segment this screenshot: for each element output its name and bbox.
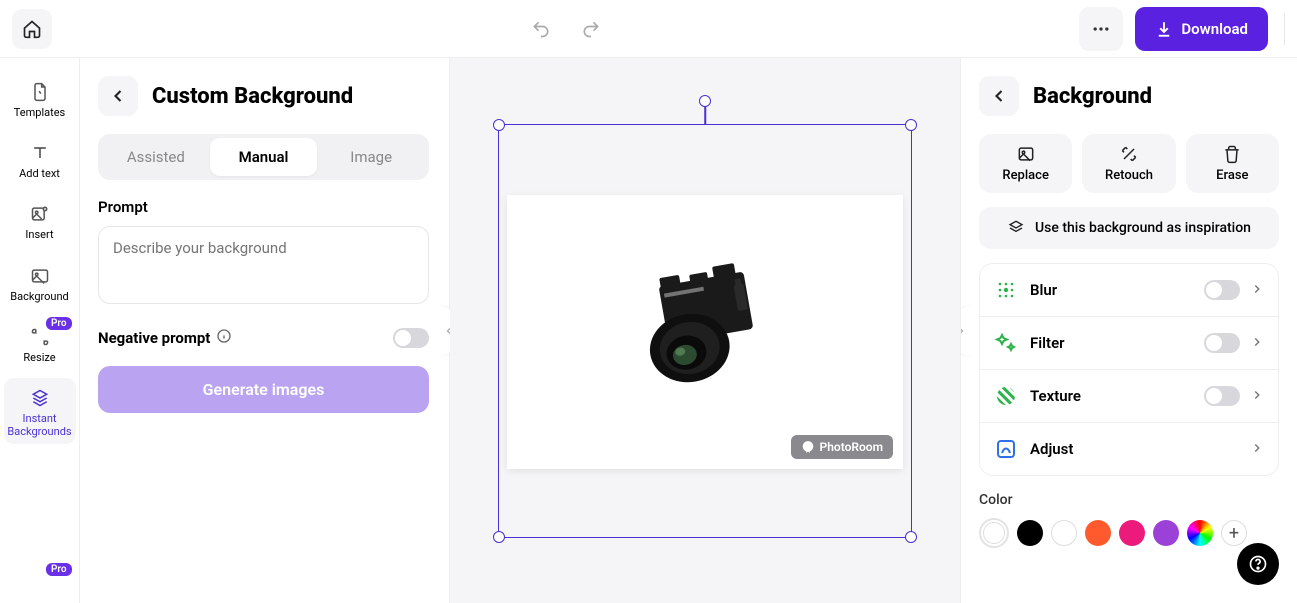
chevron-right-icon <box>1250 334 1264 353</box>
home-button[interactable] <box>12 9 52 49</box>
blur-toggle[interactable] <box>1204 280 1240 300</box>
negative-prompt-toggle[interactable] <box>393 328 429 348</box>
sidebar-item-label: Insert <box>25 228 53 241</box>
tab-manual[interactable]: Manual <box>210 138 318 176</box>
info-icon[interactable] <box>216 328 232 348</box>
swatch-white[interactable] <box>1051 520 1077 546</box>
sidebar-item-label: Resize <box>23 351 55 364</box>
inspiration-label: Use this background as inspiration <box>1035 220 1251 236</box>
tab-group: Assisted Manual Image <box>98 134 429 180</box>
action-label: Retouch <box>1105 168 1153 183</box>
right-panel: Background Replace Retouch Erase Use thi… <box>960 58 1297 603</box>
prompt-label: Prompt <box>98 198 429 216</box>
redo-button[interactable] <box>575 13 607 45</box>
action-label: Replace <box>1002 168 1049 183</box>
action-label: Erase <box>1216 168 1248 183</box>
resize-handle-bl[interactable] <box>493 531 505 543</box>
sidebar-item-instant-backgrounds[interactable]: Instant Backgrounds <box>4 378 76 444</box>
negative-prompt-label: Negative prompt <box>98 329 210 347</box>
help-button[interactable] <box>1237 543 1279 585</box>
sidebar-item-label: Add text <box>19 167 60 180</box>
swatch-orange[interactable] <box>1085 520 1111 546</box>
sidebar-item-background[interactable]: Background <box>4 256 76 309</box>
sidebar-item-label: Templates <box>14 106 65 119</box>
option-label: Texture <box>1030 387 1204 405</box>
resize-handle-br[interactable] <box>905 531 917 543</box>
generate-button[interactable]: Generate images <box>98 366 429 413</box>
sidebar-item-add-text[interactable]: Add text <box>4 133 76 186</box>
filter-toggle[interactable] <box>1204 333 1240 353</box>
option-label: Adjust <box>1030 440 1250 458</box>
replace-button[interactable]: Replace <box>979 134 1072 193</box>
download-label: Download <box>1181 20 1248 38</box>
panel-title: Background <box>1033 84 1152 109</box>
swatch-purple[interactable] <box>1153 520 1179 546</box>
collapse-right-panel[interactable] <box>960 306 973 356</box>
erase-button[interactable]: Erase <box>1186 134 1279 193</box>
option-filter[interactable]: Filter <box>980 317 1278 370</box>
swatch-selected[interactable] <box>979 518 1009 548</box>
undo-button[interactable] <box>525 13 557 45</box>
sidebar-item-insert[interactable]: Insert <box>4 194 76 247</box>
tab-image[interactable]: Image <box>317 138 425 176</box>
option-blur[interactable]: Blur <box>980 264 1278 317</box>
chevron-right-icon <box>1250 281 1264 300</box>
swatch-pink[interactable] <box>1119 520 1145 546</box>
canvas[interactable]: PhotoRoom <box>450 58 960 603</box>
adjust-icon <box>994 437 1018 461</box>
swatch-black[interactable] <box>1017 520 1043 546</box>
blur-icon <box>994 278 1018 302</box>
panel-title: Custom Background <box>152 84 353 109</box>
inspiration-button[interactable]: Use this background as inspiration <box>979 207 1279 249</box>
prompt-input[interactable] <box>98 226 429 304</box>
sidebar-item-label: Background <box>10 290 68 303</box>
color-swatches: + <box>979 518 1279 548</box>
add-color-button[interactable]: + <box>1221 520 1247 546</box>
option-texture[interactable]: Texture <box>980 370 1278 423</box>
texture-toggle[interactable] <box>1204 386 1240 406</box>
sidebar-item-label: Instant Backgrounds <box>7 412 71 438</box>
filter-icon <box>994 331 1018 355</box>
sidebar-item-templates[interactable]: Templates <box>4 72 76 125</box>
chevron-right-icon <box>1250 387 1264 406</box>
sidebar-item-partial[interactable]: Pro <box>4 563 76 603</box>
watermark-label: PhotoRoom <box>820 440 884 454</box>
artboard[interactable]: PhotoRoom <box>507 195 903 469</box>
resize-handle-tl[interactable] <box>493 119 505 131</box>
pro-badge: Pro <box>46 317 72 330</box>
download-button[interactable]: Download <box>1135 7 1268 51</box>
left-panel: Custom Background Assisted Manual Image … <box>80 58 450 603</box>
watermark: PhotoRoom <box>791 435 894 459</box>
tab-assisted[interactable]: Assisted <box>102 138 210 176</box>
retouch-button[interactable]: Retouch <box>1082 134 1175 193</box>
back-button[interactable] <box>98 76 138 116</box>
back-button[interactable] <box>979 76 1019 116</box>
chevron-right-icon <box>1250 440 1264 459</box>
sidebar-item-resize[interactable]: Pro Resize <box>4 317 76 370</box>
more-button[interactable] <box>1079 7 1123 51</box>
sidebar: Templates Add text Insert Background Pro… <box>0 58 80 603</box>
option-label: Blur <box>1030 281 1204 299</box>
option-label: Filter <box>1030 334 1204 352</box>
swatch-rainbow[interactable] <box>1187 520 1213 546</box>
camera-image[interactable] <box>620 255 790 395</box>
resize-handle-tr[interactable] <box>905 119 917 131</box>
color-label: Color <box>979 492 1279 508</box>
top-divider <box>1284 13 1285 45</box>
option-adjust[interactable]: Adjust <box>980 423 1278 475</box>
texture-icon <box>994 384 1018 408</box>
pro-badge: Pro <box>46 563 72 576</box>
selection-box[interactable]: PhotoRoom <box>498 124 912 538</box>
rotate-handle[interactable] <box>699 95 711 107</box>
